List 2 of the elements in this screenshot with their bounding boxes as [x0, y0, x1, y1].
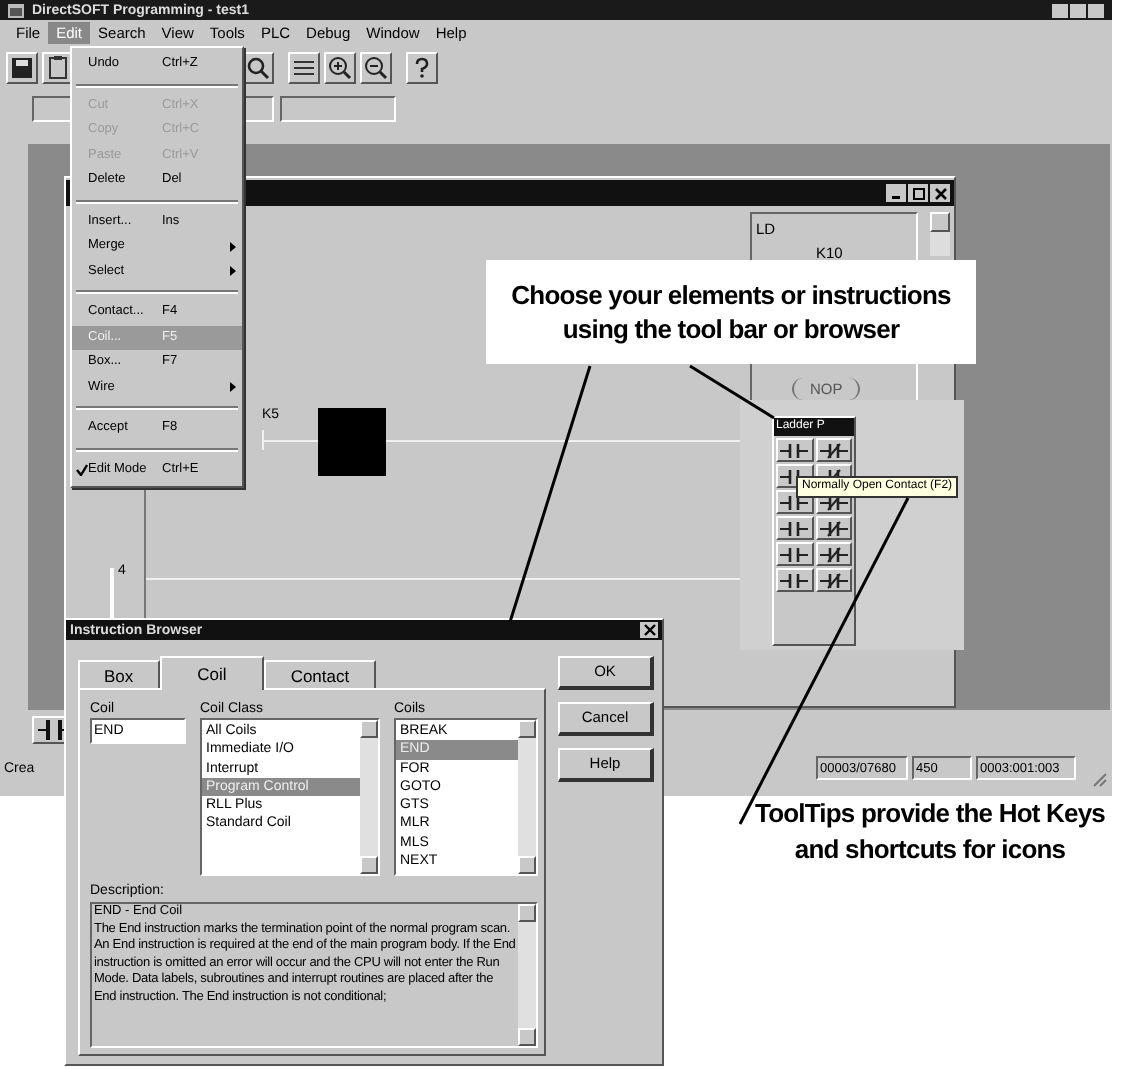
- callout-text: Choose your elements or instructions using the tool bar or browser: [509, 278, 953, 346]
- callout-text: ToolTips provide the Hot Keys and shortcuts for icons: [753, 796, 1107, 868]
